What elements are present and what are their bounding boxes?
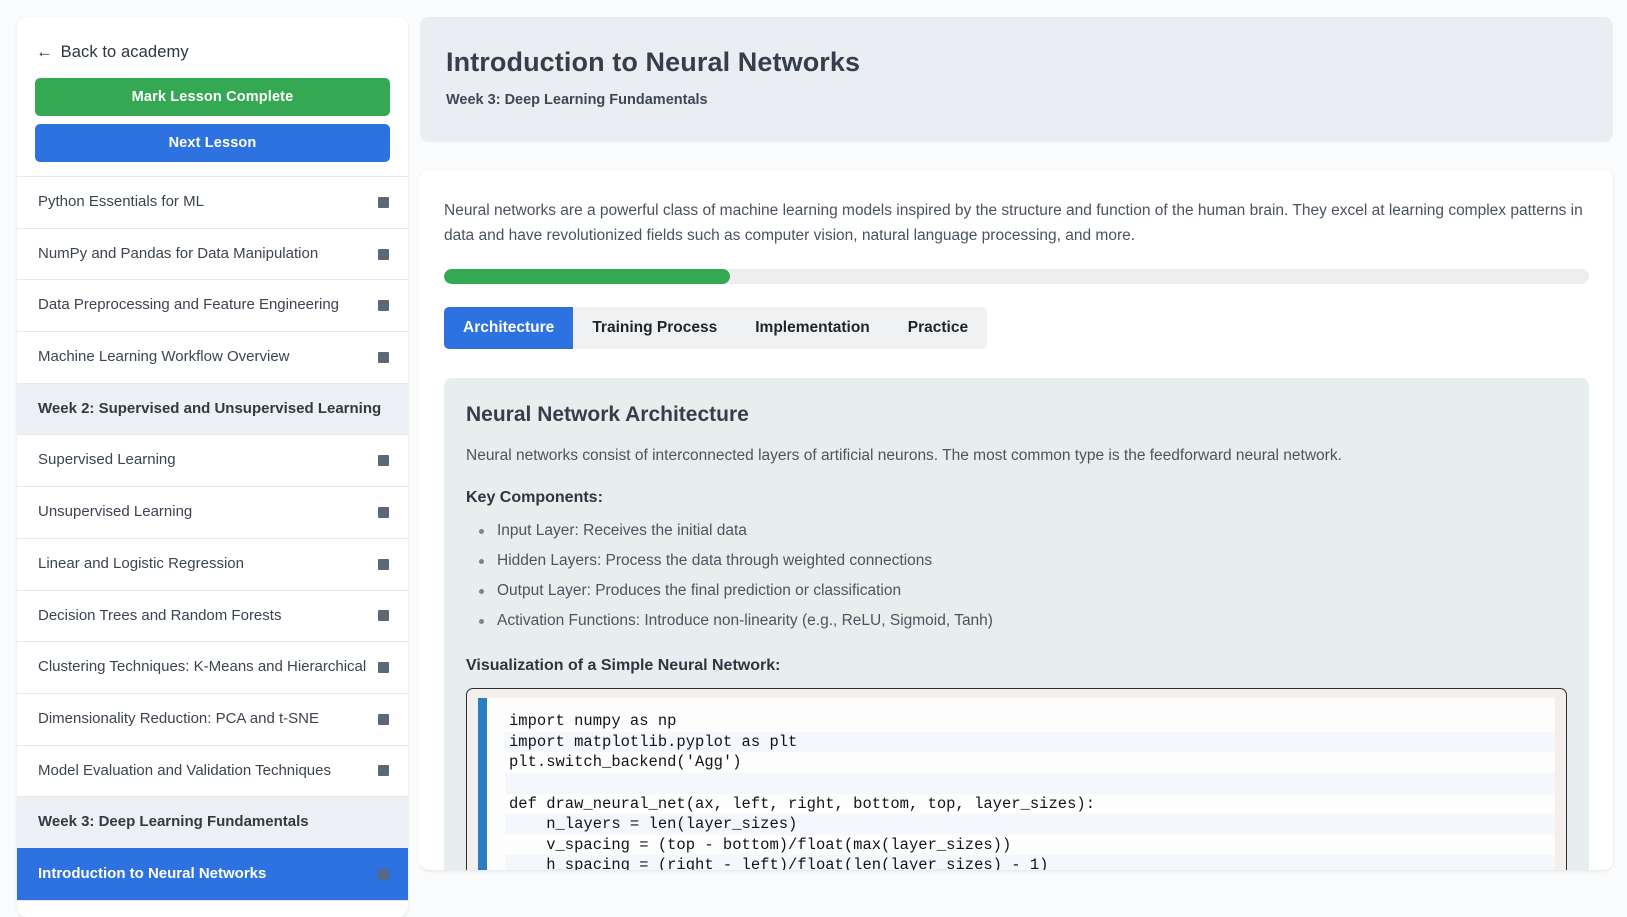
sidebar-item-label: Linear and Logistic Regression (38, 554, 244, 572)
lesson-status-icon (378, 558, 389, 570)
lesson-status-icon (378, 610, 389, 622)
sidebar-lesson-item[interactable]: Clustering Techniques: K-Means and Hiera… (17, 641, 408, 693)
sidebar-item-label: Python Essentials for ML (38, 193, 204, 210)
key-component-item: Input Layer: Receives the initial data (466, 520, 1567, 543)
lesson-status-icon (378, 662, 389, 674)
code-line (505, 773, 1555, 794)
lesson-status-icon (378, 248, 389, 260)
panel-title: Neural Network Architecture (466, 403, 749, 427)
sidebar-item-label: Unsupervised Learning (38, 503, 193, 521)
sidebar-lesson-item[interactable]: Machine Learning Workflow Overview (17, 331, 408, 383)
tab-implementation[interactable]: Implementation (736, 307, 889, 349)
mark-lesson-complete-button[interactable]: Mark Lesson Complete (35, 78, 390, 116)
code-line: n_layers = len(layer_sizes) (505, 814, 1555, 835)
sidebar-lesson-item[interactable]: NumPy and Pandas for Data Manipulation (17, 227, 408, 280)
sidebar-item-label: Model Evaluation and Validation Techniqu… (38, 761, 331, 779)
lesson-header: Introduction to Neural Networks Week 3: … (420, 17, 1613, 142)
sidebar-item-label: Machine Learning Workflow Overview (38, 348, 290, 366)
code-line: v_spacing = (top - bottom)/float(max(lay… (509, 835, 1012, 854)
sidebar-lesson-item[interactable]: Introduction to Neural Networks (17, 847, 408, 900)
sidebar-item-label: Week 3: Deep Learning Fundamentals (38, 813, 309, 831)
code-gutter-bar (478, 698, 487, 870)
back-to-academy-link[interactable]: ← Back to academy (17, 35, 408, 78)
code-block: import numpy as np import matplotlib.pypl… (466, 688, 1567, 870)
architecture-panel: Neural Network Architecture Neural netwo… (444, 378, 1589, 870)
lesson-status-icon (378, 455, 389, 467)
sidebar-lesson-item[interactable]: Unsupervised Learning (17, 486, 408, 538)
lesson-main: Introduction to Neural Networks Week 3: … (420, 17, 1615, 917)
sidebar-section-header: Week 3: Deep Learning Fundamentals (17, 796, 408, 848)
course-sidebar: ← Back to academy Mark Lesson Complete N… (17, 17, 408, 917)
code-line: h_spacing = (right - left)/float(len(lay… (505, 855, 1555, 870)
sidebar-lesson-item[interactable]: Linear and Logistic Regression (17, 537, 408, 590)
lesson-list: Python Essentials for ML NumPy and Pandas… (17, 176, 408, 917)
panel-description: Neural networks consist of interconnecte… (466, 447, 1342, 465)
sidebar-lesson-item[interactable]: Supervised Learning (17, 434, 408, 486)
lesson-body-card: Neural networks are a powerful class of … (420, 170, 1613, 870)
code-line: plt.switch_backend('Agg') (509, 753, 742, 772)
key-component-item: Output Layer: Produces the final predict… (466, 580, 1567, 603)
lesson-week-subtitle: Week 3: Deep Learning Fundamentals (446, 92, 708, 108)
key-components-heading: Key Components: (466, 489, 603, 507)
lesson-status-icon (378, 300, 389, 312)
lesson-status-icon (378, 351, 389, 363)
sidebar-lesson-item[interactable]: Backpropagation and Optimization Algorit… (17, 899, 408, 917)
back-to-academy-label: Back to academy (60, 43, 189, 61)
tab-architecture[interactable]: Architecture (444, 307, 574, 350)
code-line: import numpy as np (509, 712, 677, 731)
code-line: def draw_neural_net(ax, left, right, bot… (509, 794, 1095, 813)
sidebar-lesson-item[interactable]: Dimensionality Reduction: PCA and t-SNE (17, 692, 408, 745)
lesson-status-icon (378, 196, 389, 208)
sidebar-item-label: NumPy and Pandas for Data Manipulation (38, 244, 319, 262)
code-line: import matplotlib.pyplot as plt (505, 731, 1555, 753)
sidebar-item-label: Introduction to Neural Networks (38, 864, 267, 882)
key-component-item: Activation Functions: Introduce non-line… (466, 610, 1567, 633)
lesson-status-icon (378, 765, 389, 777)
sidebar-item-label: Supervised Learning (38, 451, 176, 469)
lesson-progress-fill (444, 269, 731, 285)
sidebar-lesson-item[interactable]: Python Essentials for ML (17, 176, 408, 228)
key-component-item: Hidden Layers: Process the data through … (466, 550, 1567, 573)
sidebar-lesson-item[interactable]: Model Evaluation and Validation Techniqu… (17, 744, 408, 797)
lesson-intro-text: Neural networks are a powerful class of … (444, 202, 1583, 245)
sidebar-section-header: Week 2: Supervised and Unsupervised Lear… (17, 382, 408, 435)
arrow-left-icon: ← (36, 43, 53, 62)
sidebar-item-label: Dimensionality Reduction: PCA and t-SNE (38, 709, 319, 727)
key-components-list: Input Layer: Receives the initial data Hi… (466, 520, 1567, 633)
next-lesson-button[interactable]: Next Lesson (35, 124, 390, 162)
visualization-heading: Visualization of a Simple Neural Network… (466, 657, 781, 675)
sidebar-item-label: Week 2: Supervised and Unsupervised Lear… (38, 399, 382, 417)
sidebar-lesson-item[interactable]: Decision Trees and Random Forests (17, 589, 408, 642)
code-block-inner: import numpy as np import matplotlib.pypl… (478, 698, 1555, 870)
sidebar-item-label: Decision Trees and Random Forests (38, 606, 282, 624)
lesson-tabs: Architecture Training Process Implementati… (444, 307, 988, 350)
lesson-status-icon (378, 868, 389, 880)
lesson-progress-bar (444, 269, 1589, 285)
sidebar-item-label: Clustering Techniques: K-Means and Hiera… (38, 658, 367, 676)
tab-practice[interactable]: Practice (889, 307, 987, 349)
sidebar-lesson-item[interactable]: Data Preprocessing and Feature Engineeri… (17, 279, 408, 331)
tab-training-process[interactable]: Training Process (573, 307, 736, 349)
page-title: Introduction to Neural Networks (446, 47, 861, 77)
code-content[interactable]: import numpy as np import matplotlib.pypl… (487, 698, 1555, 870)
lesson-status-icon (378, 713, 389, 725)
sidebar-item-label: Data Preprocessing and Feature Engineeri… (38, 296, 340, 314)
sidebar-actions: Mark Lesson Complete Next Lesson (17, 78, 408, 162)
lesson-status-icon (378, 506, 389, 518)
lesson-page: ← Back to academy Mark Lesson Complete N… (0, 0, 1627, 917)
